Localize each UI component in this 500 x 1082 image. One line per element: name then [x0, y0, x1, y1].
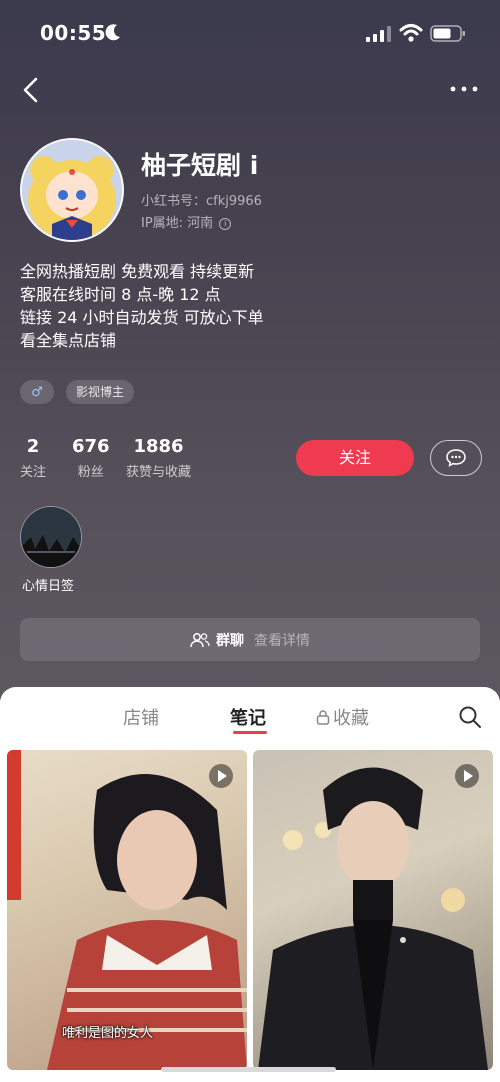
- home-indicator: [161, 1067, 336, 1072]
- chat-icon: [446, 449, 466, 467]
- tab-favorites[interactable]: 收藏: [316, 704, 369, 730]
- more-icon[interactable]: [450, 84, 478, 94]
- group-icon: [190, 632, 210, 647]
- note-card[interactable]: [253, 750, 493, 1070]
- stat-label: 获赞与收藏: [126, 465, 192, 480]
- wifi-icon: [399, 24, 423, 42]
- bio-line: 客服在线时间 8 点-晚 12 点: [20, 285, 221, 304]
- stat-followers[interactable]: 676 粉丝: [72, 436, 110, 480]
- info-icon[interactable]: i: [219, 218, 232, 230]
- moon-icon: [105, 24, 120, 41]
- lock-icon: [316, 710, 330, 725]
- stat-number: 2: [26, 436, 40, 457]
- battery-icon: [430, 25, 465, 42]
- gender-tag: ♂: [20, 380, 54, 404]
- signal-icon: [366, 26, 391, 42]
- tab-notes[interactable]: 笔记: [230, 704, 266, 730]
- avatar[interactable]: [20, 138, 124, 242]
- stat-following[interactable]: 2 关注: [20, 436, 46, 480]
- bio-line: 看全集点店铺: [20, 331, 117, 350]
- stat-likes[interactable]: 1886 获赞与收藏: [126, 436, 191, 480]
- follow-button[interactable]: 关注: [296, 440, 414, 476]
- group-title: 群聊: [216, 632, 244, 649]
- group-chat-bar[interactable]: 群聊 查看详情: [20, 618, 480, 661]
- active-tab-indicator: [233, 731, 267, 734]
- video-play-icon: [209, 764, 233, 788]
- ip-location: IP属地: 河南 i: [141, 212, 232, 231]
- bio-line: 全网热播短剧 免费观看 持续更新: [20, 262, 255, 281]
- collection-thumbnail[interactable]: [20, 506, 82, 568]
- bio-line: 链接 24 小时自动发货 可放心下单: [20, 308, 264, 327]
- search-icon[interactable]: [458, 705, 482, 729]
- bio: 全网热播短剧 免费观看 持续更新 客服在线时间 8 点-晚 12 点 链接 24…: [20, 260, 264, 352]
- message-button[interactable]: [430, 440, 482, 476]
- stat-number: 676: [72, 436, 110, 457]
- note-caption: 唯利是图的女人: [62, 1026, 154, 1041]
- profile-header: 00:55 柚子短剧 i 小红书号：cfkj9966 IP属地: 河南 i 全网…: [0, 0, 500, 700]
- male-icon: ♂: [31, 384, 43, 400]
- user-id[interactable]: 小红书号：cfkj9966: [141, 190, 262, 209]
- category-tag: 影视博主: [66, 380, 135, 404]
- profile-name: 柚子短剧 i: [141, 151, 259, 180]
- stat-label: 粉丝: [77, 465, 104, 480]
- group-detail-link[interactable]: 查看详情: [254, 630, 310, 650]
- tab-shop[interactable]: 店铺: [123, 704, 159, 730]
- back-icon[interactable]: [20, 76, 44, 104]
- status-time: 00:55: [40, 21, 107, 45]
- stat-number: 1886: [133, 436, 184, 457]
- stat-label: 关注: [20, 465, 47, 480]
- tab-favorites-label: 收藏: [333, 708, 369, 729]
- note-cover-image: [258, 767, 488, 1070]
- ip-location-text: IP属地: 河南: [141, 216, 214, 231]
- collection-label[interactable]: 心情日签: [22, 575, 74, 594]
- video-play-icon: [455, 764, 479, 788]
